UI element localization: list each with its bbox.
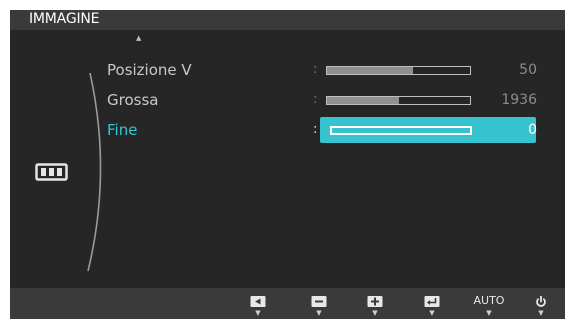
menu-item-grossa[interactable]: Grossa : 1936 [10,86,565,114]
value-slider[interactable] [326,96,471,105]
plus-icon [367,296,383,307]
slider-fill [327,97,399,104]
down-indicator: ▼ [538,309,544,317]
value-slider[interactable] [330,126,472,135]
down-indicator: ▼ [486,309,492,317]
down-indicator: ▼ [255,309,261,317]
enter-button[interactable]: ▼ [416,288,448,319]
value-slider[interactable] [326,66,471,75]
button-guide-bar: ▼ ▼ ▼ ▼ AUTO ▼ ▼ [10,288,565,319]
menu-item-label: Grossa [107,91,159,109]
osd-menu: IMMAGINE ▲ Posizione V : 50 Grossa : 193… [10,10,565,319]
auto-label: AUTO [473,294,505,307]
down-indicator: ▼ [372,309,378,317]
title-bar: IMMAGINE [10,10,565,30]
enter-icon [424,296,440,307]
scroll-up-indicator[interactable]: ▲ [136,34,141,42]
down-indicator: ▼ [316,309,322,317]
menu-item-fine[interactable]: Fine : 0 [10,116,565,144]
menu-item-separator: : [313,62,318,77]
menu-item-posizione-v[interactable]: Posizione V : 50 [10,56,565,84]
left-button[interactable]: ▼ [242,288,274,319]
slider-fill [327,67,413,74]
menu-item-value: 50 [519,62,537,78]
power-button[interactable]: ▼ [525,288,557,319]
minus-button[interactable]: ▼ [303,288,335,319]
auto-button[interactable]: AUTO ▼ [473,288,505,319]
menu-item-value: 1936 [501,92,537,108]
menu-item-value: 0 [528,122,537,138]
power-icon [536,296,546,307]
menu-item-separator: : [313,122,318,137]
plus-button[interactable]: ▼ [359,288,391,319]
menu-item-label: Posizione V [107,61,192,79]
menu-title: IMMAGINE [29,11,100,27]
minus-icon [311,296,327,307]
menu-item-label: Fine [107,121,138,139]
image-size-icon [35,163,68,181]
menu-item-separator: : [313,92,318,107]
down-indicator: ▼ [429,309,435,317]
left-arrow-icon [250,296,266,307]
